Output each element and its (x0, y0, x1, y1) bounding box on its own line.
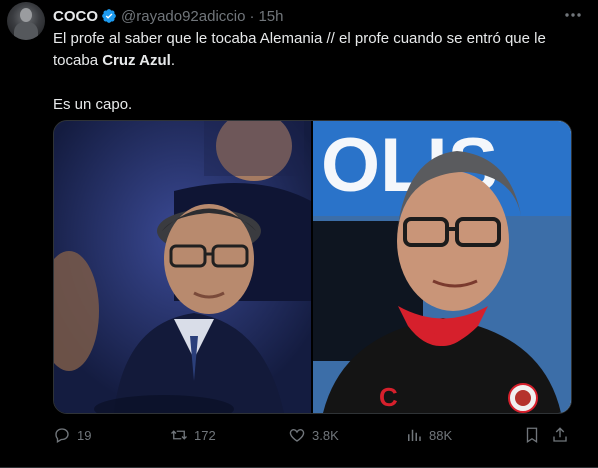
avatar[interactable] (7, 2, 45, 40)
verified-badge-icon (102, 9, 116, 23)
separator-dot: · (249, 7, 255, 25)
views-action[interactable]: 88K (405, 425, 452, 445)
reply-icon (55, 428, 69, 443)
more-options-icon[interactable] (562, 6, 584, 24)
repost-count: 172 (194, 427, 216, 443)
avatar-head (20, 8, 32, 22)
reply-count: 19 (77, 427, 92, 443)
media-grid[interactable]: OLIS C (53, 120, 572, 414)
man-with-glasses-suit-photo (54, 121, 311, 413)
author-name[interactable]: COCO (53, 8, 98, 25)
views-count: 88K (429, 427, 453, 443)
tweet[interactable]: COCO @rayado92adiccio · 15h El profe al … (0, 0, 598, 468)
like-action[interactable]: 3.8K (288, 425, 339, 445)
repost-action[interactable]: 172 (170, 425, 216, 445)
tweet-text-line2: Es un capo. (53, 96, 133, 113)
tweet-header: COCO @rayado92adiccio · 15h (53, 6, 284, 26)
bar-chart-icon (408, 429, 421, 441)
reply-action[interactable]: 19 (53, 425, 91, 445)
bookmark-action[interactable] (523, 425, 547, 445)
tweet-text-line1: El profe al saber que le tocaba Alemania… (53, 30, 546, 69)
media-photo-left[interactable] (54, 121, 313, 413)
tweet-text: El profe al saber que le tocaba Alemania… (53, 28, 573, 116)
media-photo-right[interactable]: OLIS C (313, 121, 571, 413)
man-with-glasses-jersey-photo: OLIS C (313, 121, 571, 413)
share-icon (553, 427, 567, 442)
svg-text:C: C (379, 382, 398, 412)
avatar-body (14, 22, 38, 40)
bookmark-icon (526, 427, 538, 444)
like-count: 3.8K (312, 427, 339, 443)
tweet-actions: 19 172 3.8K 88K (53, 425, 573, 445)
heart-icon (289, 429, 305, 442)
tweet-time[interactable]: 15h (258, 8, 283, 25)
share-action[interactable] (551, 425, 575, 445)
author-handle[interactable]: @rayado92adiccio (121, 8, 245, 25)
repost-icon (171, 430, 187, 440)
